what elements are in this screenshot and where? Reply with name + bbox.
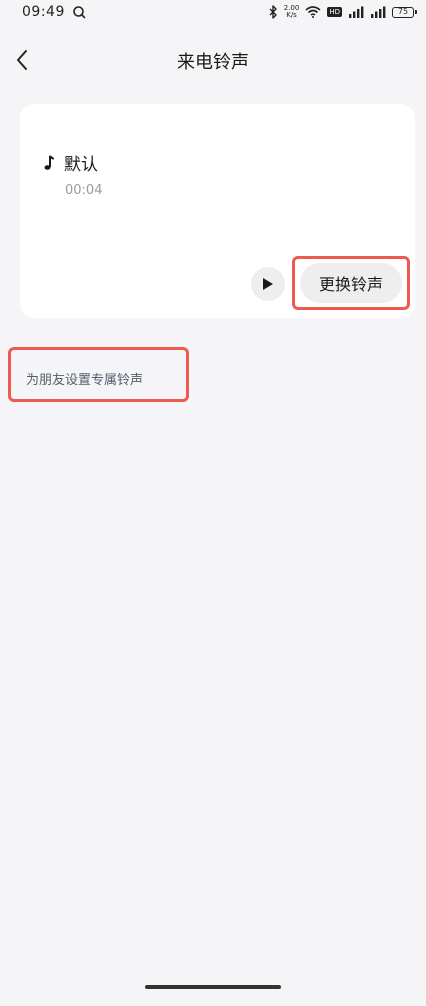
wifi-icon [305,6,321,18]
status-icons: 2.00 K/s HD 75 [269,4,417,20]
battery-level: 75 [397,6,409,16]
ringtone-name: 默认 [64,155,98,175]
ringtone-current: 默认 [42,150,98,175]
status-time: 09:49 [22,4,65,20]
signal-icon [349,6,364,18]
ringtone-duration: 00:04 [65,183,103,198]
home-indicator[interactable] [145,985,281,989]
battery-icon: 75 [392,6,417,18]
play-button[interactable] [251,267,285,301]
bluetooth-icon [269,5,277,19]
network-speed: 2.00 K/s [284,5,300,19]
network-speed-unit: K/s [286,11,297,19]
page-title: 来电铃声 [177,52,249,73]
signal-icon-2 [371,6,386,18]
change-ringtone-button[interactable]: 更换铃声 [300,263,402,303]
music-note-icon [44,155,54,170]
notification-icon [73,6,86,19]
ringtone-card: 默认 00:04 更换铃声 [20,104,415,318]
friend-ringtone-link[interactable]: 为朋友设置专属铃声 [26,369,143,388]
status-bar: 09:49 2.00 K/s HD 75 [0,0,426,24]
hd-badge: HD [327,7,342,17]
nav-bar: 来电铃声 [0,36,426,84]
play-icon [263,278,273,290]
